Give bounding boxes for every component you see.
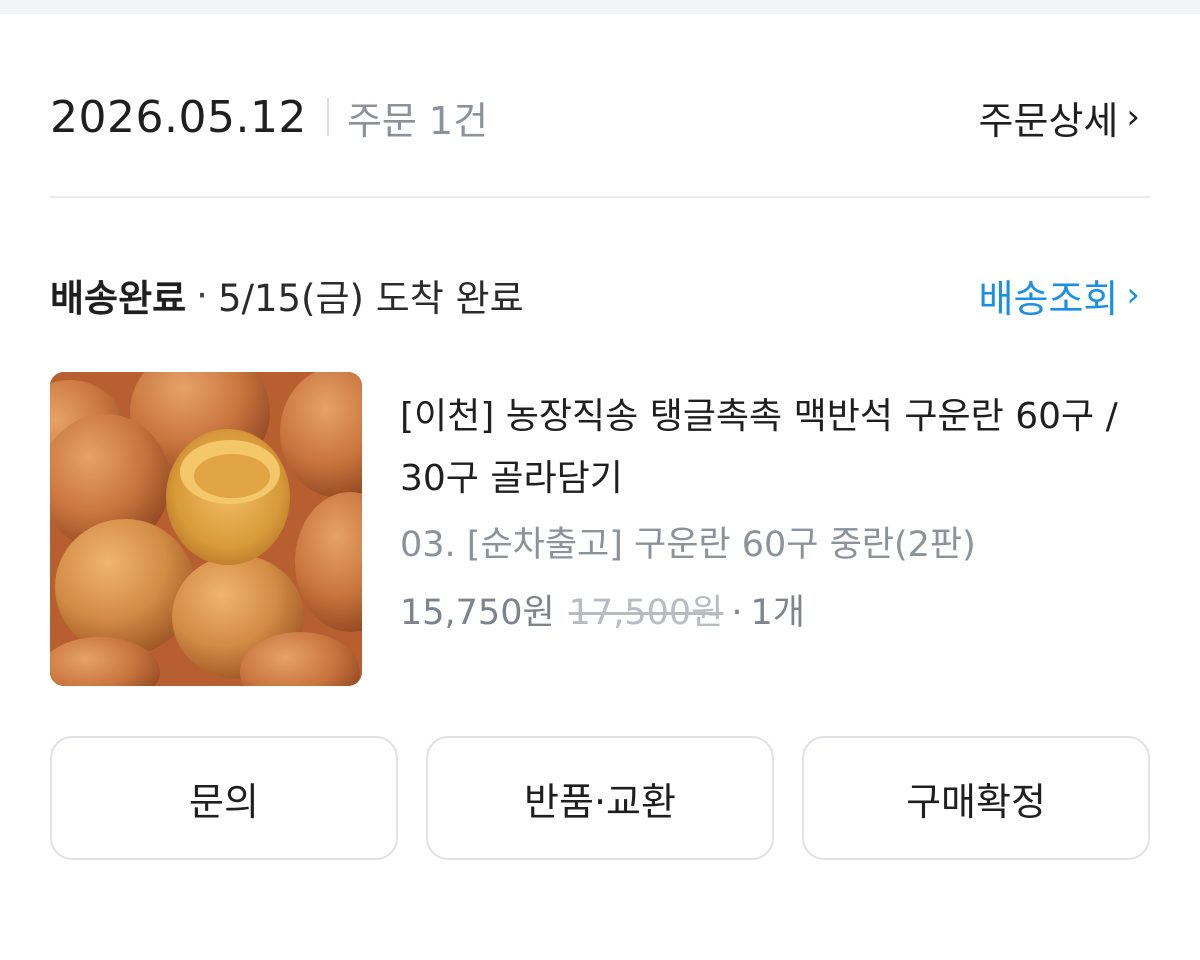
- shipping-status-row: 배송완료 · 5/15(금) 도착 완료 배송조회 ›: [50, 270, 1150, 321]
- product-thumbnail[interactable]: [50, 372, 362, 686]
- boiled-eggs-photo-icon: [50, 372, 362, 686]
- chevron-right-icon: ›: [1126, 97, 1140, 137]
- price-separator: ·: [731, 593, 743, 633]
- product-title[interactable]: [이천] 농장직송 탱글촉촉 맥반석 구운란 60구 / 30구 골라담기: [400, 386, 1140, 510]
- inquiry-button[interactable]: 문의: [50, 736, 398, 860]
- chevron-right-icon: ›: [1126, 275, 1140, 315]
- quantity: 1개: [750, 593, 805, 633]
- confirm-purchase-button[interactable]: 구매확정: [802, 736, 1150, 860]
- order-header: 2026.05.12 주문 1건 주문상세 ›: [50, 91, 1150, 143]
- divider: [50, 196, 1150, 198]
- header-separator: [326, 98, 329, 136]
- product-option: 03. [순차출고] 구운란 60구 중란(2판): [400, 525, 976, 565]
- arrival-text: 5/15(금) 도착 완료: [217, 277, 524, 320]
- order-detail-label: 주문상세: [978, 98, 1119, 143]
- order-count: 주문 1건: [346, 98, 489, 143]
- order-date: 2026.05.12: [50, 91, 307, 143]
- track-shipment-link[interactable]: 배송조회 ›: [978, 270, 1140, 321]
- track-shipment-label: 배송조회: [978, 276, 1119, 321]
- shipping-status: 배송완료: [50, 277, 187, 320]
- price-row: 15,750원 17,500원 · 1개: [400, 586, 1140, 640]
- sale-price: 15,750원: [400, 593, 555, 633]
- order-detail-link[interactable]: 주문상세 ›: [978, 92, 1140, 143]
- action-buttons: 문의 반품·교환 구매확정: [50, 736, 1150, 860]
- status-separator: ·: [196, 273, 208, 317]
- top-gray-strip: [0, 0, 1200, 14]
- order-card: 2026.05.12 주문 1건 주문상세 › 배송완료 · 5/15(금) 도…: [0, 14, 1200, 960]
- return-exchange-button[interactable]: 반품·교환: [426, 736, 774, 860]
- original-price: 17,500원: [568, 593, 724, 633]
